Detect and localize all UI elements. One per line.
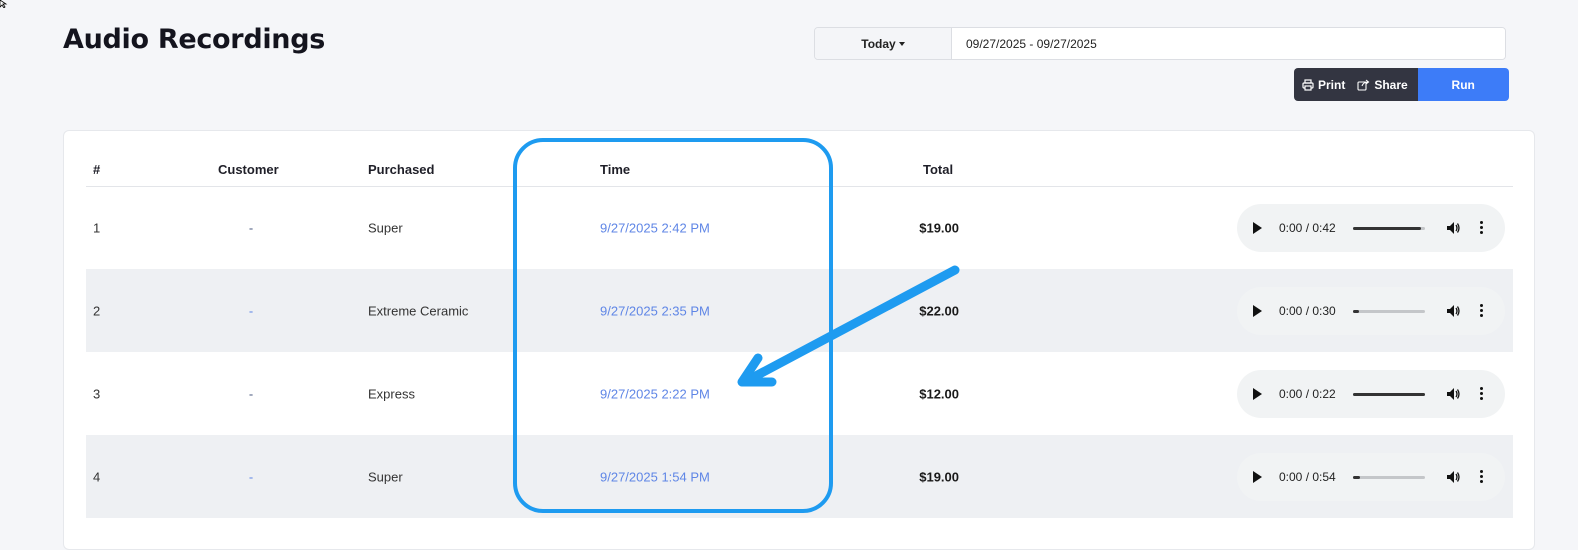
share-icon — [1357, 79, 1370, 91]
more-options-icon[interactable] — [1477, 302, 1485, 320]
row-time-link[interactable]: 9/27/2025 2:42 PM — [600, 220, 710, 235]
column-header-purchased: Purchased — [368, 162, 435, 177]
table-header: # Customer Purchased Time Total — [86, 154, 1513, 187]
more-options-icon[interactable] — [1477, 385, 1485, 403]
play-icon[interactable] — [1253, 304, 1262, 317]
row-purchased: Extreme Ceramic — [368, 303, 469, 318]
more-options-icon[interactable] — [1477, 219, 1485, 237]
share-label: Share — [1374, 77, 1408, 92]
table-row: 1 - Super 9/27/2025 2:42 PM $19.00 0:00 … — [86, 186, 1513, 269]
table-row: 3 - Express 9/27/2025 2:22 PM $12.00 0:0… — [86, 352, 1513, 435]
caret-down-icon — [898, 41, 905, 46]
row-number: 4 — [93, 469, 101, 484]
row-time-link[interactable]: 9/27/2025 2:22 PM — [600, 386, 710, 401]
date-filter-group: Today — [814, 27, 1506, 60]
print-button[interactable]: Print — [1294, 68, 1352, 101]
play-icon[interactable] — [1253, 387, 1262, 400]
date-range-dropdown[interactable]: Today — [815, 28, 952, 59]
report-actions: Print Share Run — [1294, 68, 1509, 101]
row-number: 2 — [93, 303, 101, 318]
column-header-customer: Customer — [218, 162, 279, 177]
mouse-cursor-icon — [0, 0, 8, 8]
share-button[interactable]: Share — [1351, 68, 1418, 101]
audio-buffered-fill — [1353, 226, 1422, 230]
audio-player: 0:00 / 0:42 — [1237, 203, 1505, 252]
row-purchased: Super — [368, 469, 403, 484]
column-header-time: Time — [600, 162, 631, 177]
more-options-icon[interactable] — [1477, 468, 1485, 486]
row-total: $12.00 — [919, 386, 959, 401]
audio-player: 0:00 / 0:54 — [1237, 452, 1505, 501]
table-row: 4 - Super 9/27/2025 1:54 PM $19.00 0:00 … — [86, 435, 1513, 518]
row-time-link[interactable]: 9/27/2025 1:54 PM — [600, 469, 710, 484]
audio-player: 0:00 / 0:30 — [1237, 286, 1505, 335]
row-number: 3 — [93, 386, 101, 401]
audio-player: 0:00 / 0:22 — [1237, 369, 1505, 418]
volume-icon[interactable] — [1445, 469, 1461, 485]
volume-icon[interactable] — [1445, 220, 1461, 236]
row-time-link[interactable]: 9/27/2025 2:35 PM — [600, 303, 710, 318]
volume-icon[interactable] — [1445, 386, 1461, 402]
audio-time-display: 0:00 / 0:22 — [1279, 386, 1336, 401]
row-total: $22.00 — [919, 303, 959, 318]
printer-icon — [1302, 78, 1314, 91]
print-label: Print — [1318, 77, 1346, 92]
audio-buffered-fill — [1353, 475, 1361, 479]
date-range-label: Today — [861, 36, 896, 51]
audio-time-display: 0:00 / 0:54 — [1279, 469, 1336, 484]
play-icon[interactable] — [1253, 470, 1262, 483]
audio-progress-slider[interactable] — [1353, 309, 1425, 313]
audio-buffered-fill — [1353, 392, 1425, 396]
audio-progress-slider[interactable] — [1353, 392, 1425, 396]
row-purchased: Super — [368, 220, 403, 235]
table-row: 2 - Extreme Ceramic 9/27/2025 2:35 PM $2… — [86, 269, 1513, 352]
volume-icon[interactable] — [1445, 303, 1461, 319]
audio-buffered-fill — [1353, 309, 1359, 313]
audio-time-display: 0:00 / 0:42 — [1279, 220, 1336, 235]
date-range-input[interactable] — [952, 28, 1505, 59]
row-total: $19.00 — [919, 469, 959, 484]
page-title: Audio Recordings — [63, 24, 326, 55]
row-number: 1 — [93, 220, 101, 235]
audio-time-display: 0:00 / 0:30 — [1279, 303, 1336, 318]
row-total: $19.00 — [919, 220, 959, 235]
column-header-num: # — [93, 162, 101, 177]
column-header-total: Total — [923, 162, 954, 177]
audio-progress-slider[interactable] — [1353, 226, 1425, 230]
play-icon[interactable] — [1253, 221, 1262, 234]
row-purchased: Express — [368, 386, 415, 401]
run-button[interactable]: Run — [1417, 68, 1509, 101]
audio-progress-slider[interactable] — [1353, 475, 1425, 479]
